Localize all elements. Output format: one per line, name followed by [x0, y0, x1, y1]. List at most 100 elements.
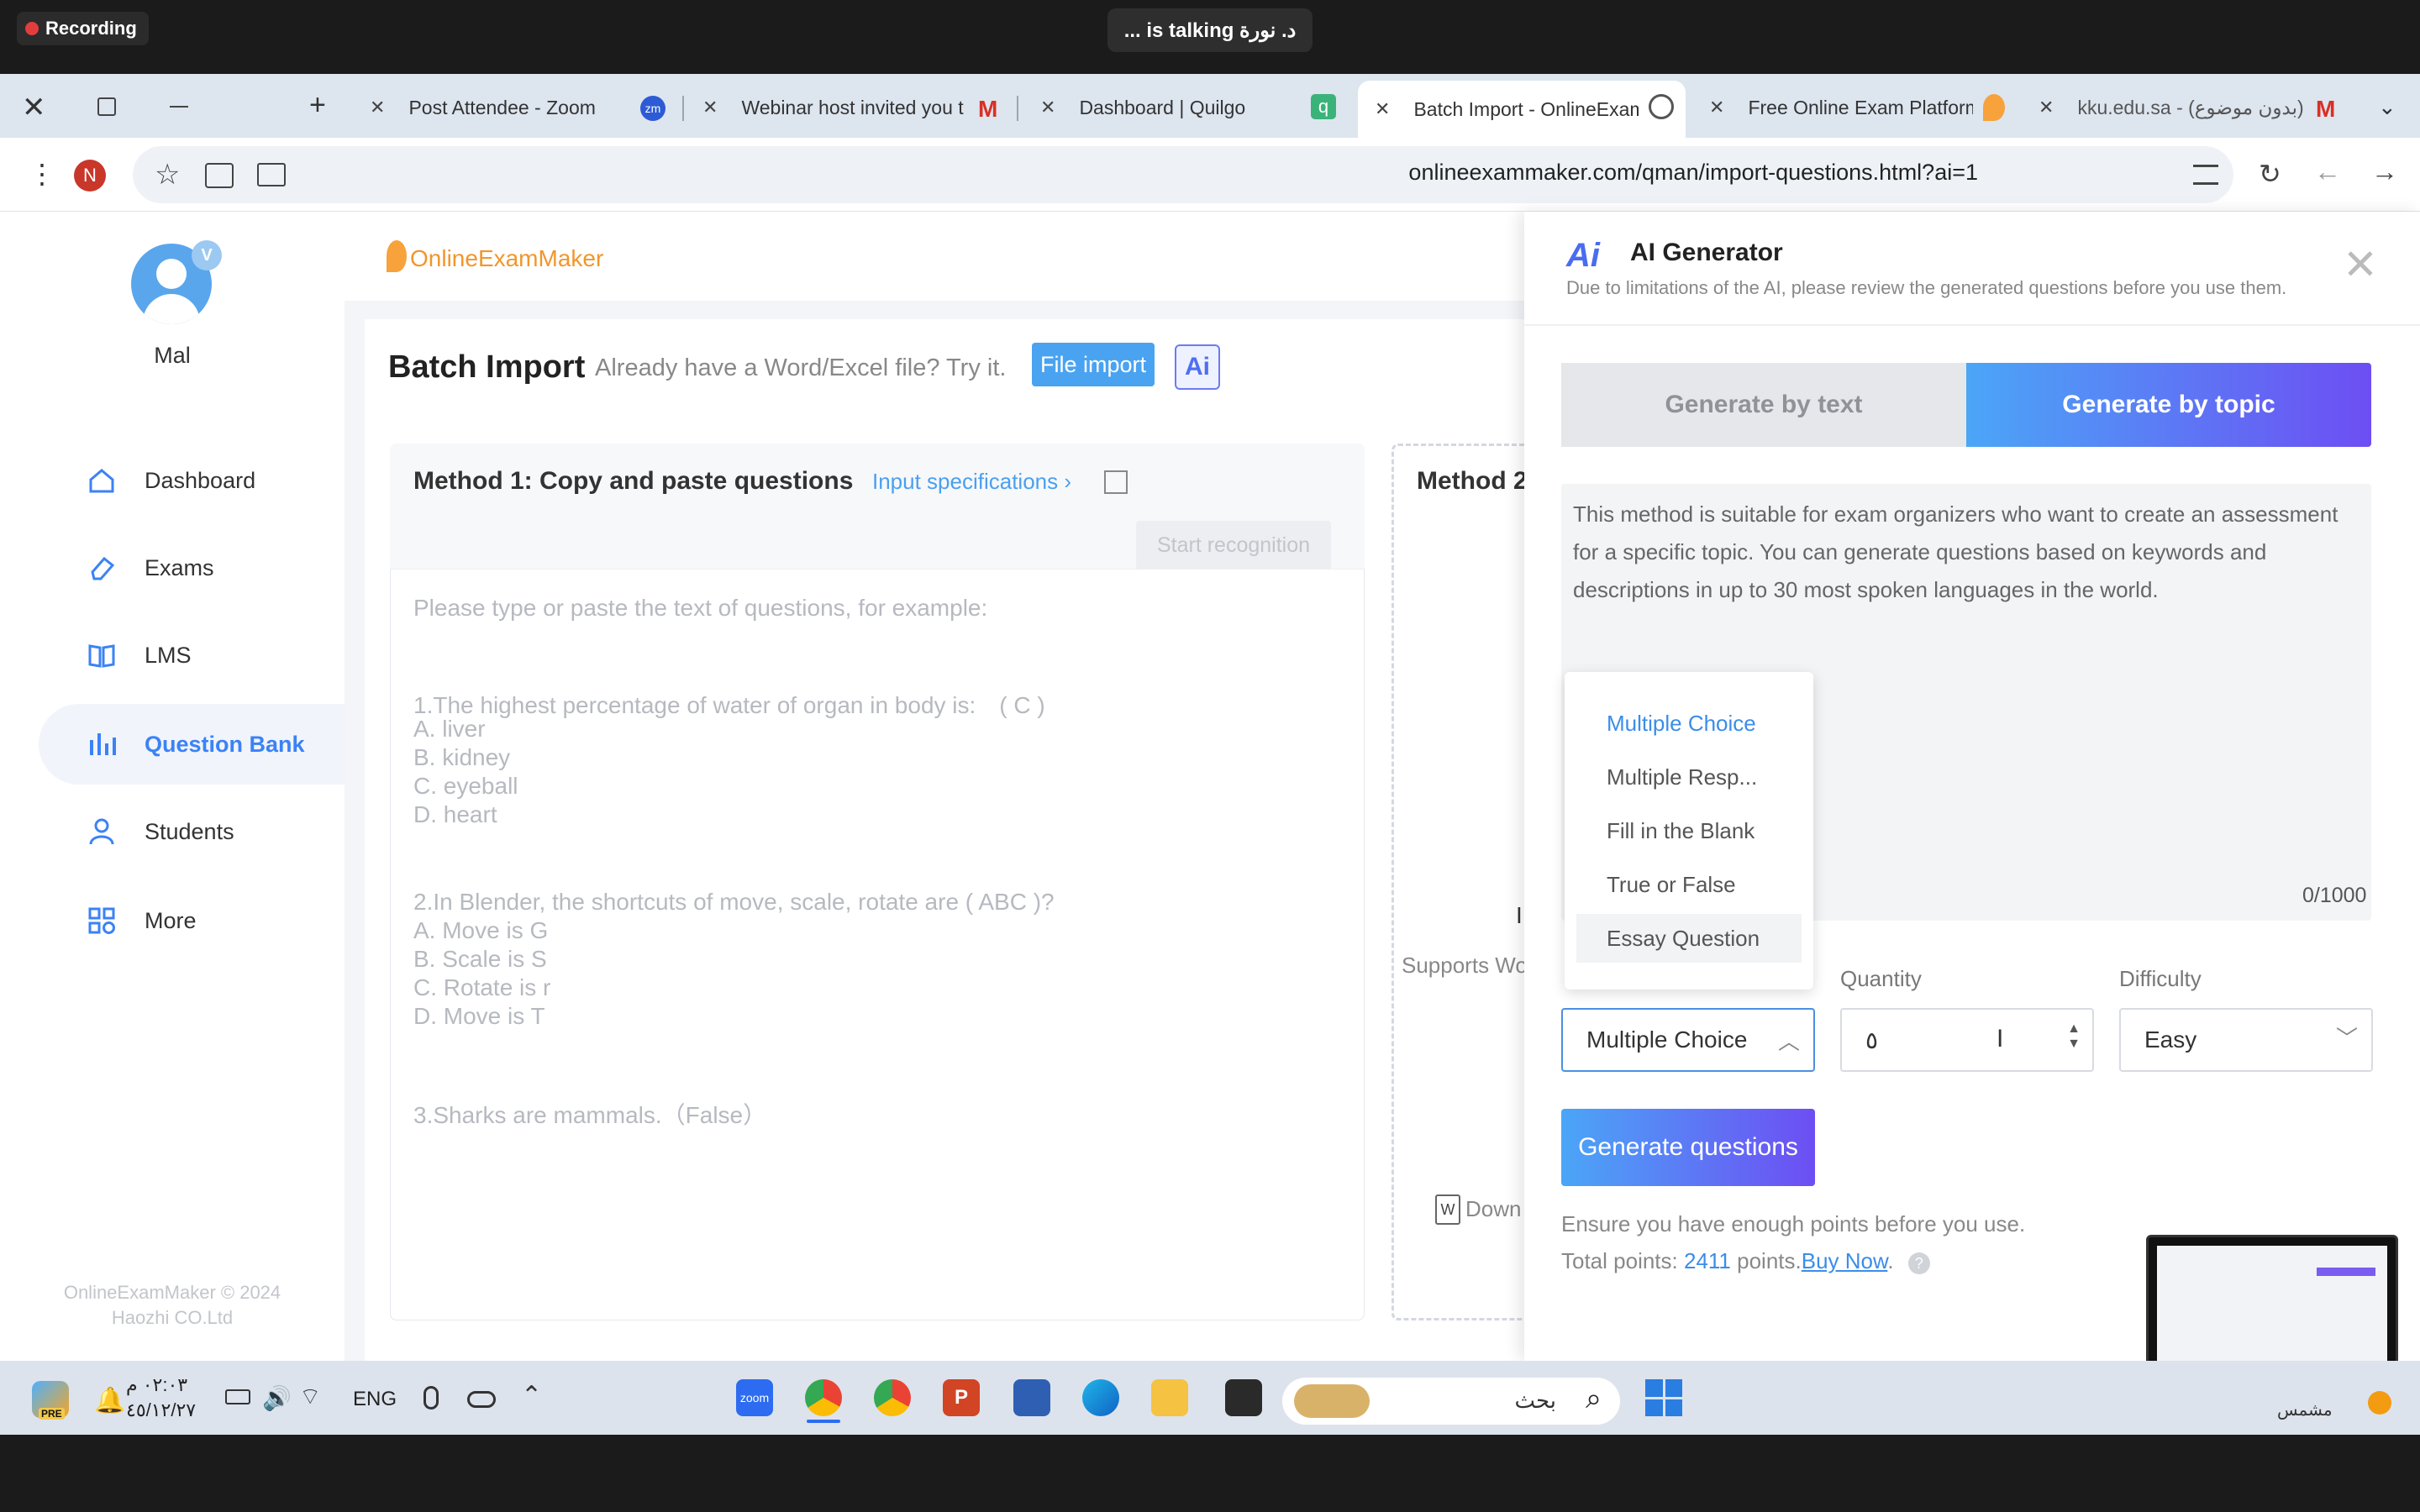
- edge-icon[interactable]: [1082, 1379, 1119, 1416]
- app-icon[interactable]: [1225, 1379, 1262, 1416]
- powerpoint-icon[interactable]: P: [943, 1379, 980, 1416]
- tab-batch-import[interactable]: ✕ Batch Import - OnlineExam: [1358, 81, 1686, 138]
- sidebar-item-question-bank[interactable]: Question Bank: [39, 704, 345, 785]
- browser-menu-icon[interactable]: ⋮: [29, 158, 55, 190]
- placeholder-line: B. kidney: [413, 744, 511, 770]
- difficulty-label: Difficulty: [2119, 966, 2202, 991]
- close-panel-icon[interactable]: ✕: [2343, 240, 2378, 289]
- file-explorer-icon[interactable]: [1151, 1379, 1188, 1416]
- restore-icon[interactable]: [97, 97, 116, 116]
- notification-bell-icon[interactable]: 🔔: [94, 1386, 125, 1415]
- total-points-row: Total points: 2411 points.Buy Now. ?: [1561, 1248, 1930, 1274]
- tab-kku-mail[interactable]: ✕ kku.edu.sa - (بدون موضوع): [2039, 84, 2329, 131]
- install-app-icon[interactable]: [257, 163, 286, 186]
- gmail-favicon-icon: M: [978, 96, 998, 122]
- wifi-icon[interactable]: ⌔: [299, 1383, 321, 1412]
- expand-icon[interactable]: [1104, 470, 1128, 494]
- tab-close-icon[interactable]: ✕: [1709, 97, 1724, 118]
- download-link[interactable]: Down: [1465, 1196, 1521, 1222]
- sidebar-footer-copyright: OnlineExamMaker © 2024: [63, 1282, 281, 1303]
- page-subtitle: Already have a Word/Excel file? Try it.: [595, 354, 1007, 381]
- onedrive-icon[interactable]: [467, 1391, 496, 1408]
- tab-list-chevron-icon[interactable]: ⌄: [2378, 94, 2396, 120]
- generate-questions-button[interactable]: Generate questions: [1561, 1109, 1815, 1186]
- sidebar: [0, 212, 345, 1361]
- method2-supports-text: Supports Wo: [1402, 953, 1528, 978]
- url-text[interactable]: onlineexammaker.com/qman/import-question…: [1408, 160, 1978, 186]
- quantity-stepper[interactable]: ٥ I ▲ ▼: [1840, 1008, 2094, 1072]
- ai-generator-button[interactable]: Ai: [1175, 344, 1220, 390]
- vip-badge-icon: V: [192, 240, 222, 270]
- windows-start-icon[interactable]: [1645, 1379, 1682, 1416]
- profile-avatar[interactable]: N: [74, 160, 106, 192]
- option-multiple-response[interactable]: Multiple Resp...: [1576, 753, 1802, 801]
- record-dot-icon: [25, 22, 39, 35]
- taskbar-search[interactable]: بحث ⌕: [1282, 1378, 1620, 1425]
- generate-by-text-tab[interactable]: Generate by text: [1561, 363, 1966, 447]
- question-type-select[interactable]: Multiple Choice ︿: [1561, 1008, 1815, 1072]
- tab-close-icon[interactable]: ✕: [1375, 98, 1390, 120]
- store-icon[interactable]: [1013, 1379, 1050, 1416]
- placeholder-line: 2.In Blender, the shortcuts of move, sca…: [413, 889, 1055, 915]
- tab-quilgo[interactable]: ✕ Dashboard | Quilgo: [1040, 84, 1245, 131]
- placeholder-line[interactable]: Please type or paste the text of questio…: [413, 595, 987, 622]
- new-tab-icon[interactable]: +: [309, 89, 326, 122]
- translate-icon[interactable]: [205, 163, 234, 188]
- start-recognition-button[interactable]: Start recognition: [1136, 521, 1331, 570]
- reload-icon[interactable]: ↻: [2259, 158, 2281, 190]
- volume-icon[interactable]: 🔊: [262, 1384, 292, 1412]
- chevron-up-icon: ︿: [1777, 1029, 1800, 1054]
- taskbar-date[interactable]: ٤٥/١٢/٢٧: [126, 1399, 196, 1421]
- close-window-icon[interactable]: ✕: [22, 91, 46, 124]
- tab-close-icon[interactable]: ✕: [2039, 97, 2054, 118]
- difficulty-select[interactable]: Easy ﹀: [2119, 1008, 2373, 1072]
- taskbar-time[interactable]: ٠٢:٠٣ م: [126, 1374, 187, 1396]
- tab-separator: [682, 96, 684, 121]
- bar-chart-icon: [90, 733, 116, 755]
- sidebar-item-exams[interactable]: Exams: [39, 528, 345, 608]
- language-indicator[interactable]: ENG: [353, 1388, 397, 1411]
- battery-icon[interactable]: [225, 1389, 250, 1404]
- tab-close-icon[interactable]: ✕: [702, 97, 718, 118]
- buy-now-link[interactable]: Buy Now: [1802, 1248, 1888, 1273]
- chrome-profile-icon[interactable]: [874, 1379, 911, 1416]
- option-multiple-choice[interactable]: Multiple Choice: [1576, 699, 1802, 748]
- tab-webinar[interactable]: ✕ Webinar host invited you t: [702, 84, 998, 131]
- zoom-bottom-bar: [0, 1435, 2420, 1512]
- forward-icon[interactable]: →: [2371, 156, 2398, 187]
- microphone-icon[interactable]: [424, 1386, 439, 1410]
- active-speaker-label: د. نورة is talking ...: [1107, 8, 1313, 52]
- sidebar-item-lms[interactable]: LMS: [39, 615, 345, 696]
- weather-label[interactable]: مشمس: [2277, 1399, 2333, 1420]
- recording-indicator[interactable]: Recording: [17, 12, 149, 45]
- tab-close-icon[interactable]: ✕: [370, 97, 385, 118]
- method1-title: Method 1: Copy and paste questions: [413, 467, 854, 495]
- option-fill-in-blank[interactable]: Fill in the Blank: [1576, 806, 1802, 855]
- sidebar-item-more[interactable]: More: [39, 880, 345, 961]
- bookmark-star-icon[interactable]: ☆: [155, 158, 180, 192]
- quantity-label: Quantity: [1840, 966, 1922, 991]
- option-true-false[interactable]: True or False: [1576, 860, 1802, 909]
- site-settings-icon[interactable]: [2193, 165, 2218, 185]
- spinner-arrows-icon[interactable]: ▲ ▼: [2067, 1021, 2081, 1052]
- option-essay[interactable]: Essay Question: [1576, 914, 1802, 963]
- sidebar-item-dashboard[interactable]: Dashboard: [39, 440, 345, 521]
- tab-separator: [1017, 96, 1018, 121]
- input-specifications-link[interactable]: Input specifications ›: [872, 469, 1071, 495]
- chrome-icon[interactable]: [805, 1379, 842, 1416]
- brand-logo[interactable]: OnlineExamMaker: [410, 245, 603, 272]
- placeholder-line: A. Move is G: [413, 917, 549, 943]
- ai-panel-divider: [1524, 324, 2420, 326]
- tab-close-icon[interactable]: ✕: [1040, 97, 1055, 118]
- sidebar-item-students[interactable]: Students: [39, 791, 345, 872]
- minimize-icon[interactable]: [170, 106, 188, 108]
- text-cursor-icon: I: [1996, 1025, 2004, 1053]
- tab-post-attendee[interactable]: ✕ Post Attendee - Zoom: [370, 84, 596, 131]
- help-icon[interactable]: ?: [1907, 1252, 1930, 1274]
- generate-by-topic-tab[interactable]: Generate by topic: [1966, 363, 2371, 447]
- back-icon[interactable]: ←: [2314, 156, 2341, 187]
- show-hidden-icons[interactable]: ⌃: [521, 1381, 542, 1410]
- file-import-button[interactable]: File import: [1032, 343, 1155, 386]
- zoom-app-icon[interactable]: zoom: [736, 1379, 773, 1416]
- tab-free-online-exam[interactable]: ✕ Free Online Exam Platform: [1709, 84, 1973, 131]
